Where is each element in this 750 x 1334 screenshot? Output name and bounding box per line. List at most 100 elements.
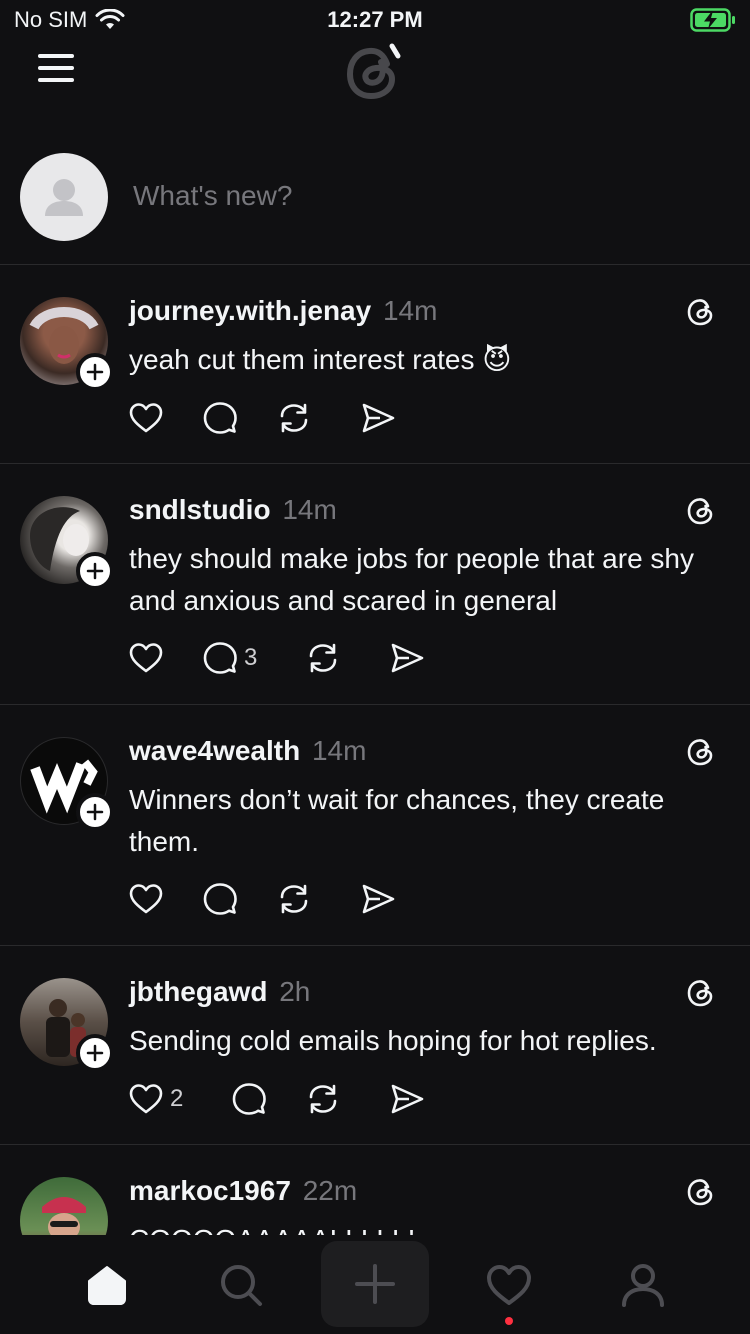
- send-icon: [362, 403, 395, 433]
- post-time: 2h: [279, 976, 311, 1007]
- plus-icon: [86, 562, 104, 580]
- reply-button[interactable]: 3: [202, 638, 257, 678]
- post-header: journey.with.jenay 14m: [129, 295, 437, 327]
- threads-icon[interactable]: [684, 1175, 718, 1209]
- status-bar: No SIM 12:27 PM: [0, 0, 750, 40]
- default-user-icon: [45, 179, 83, 216]
- search-icon: [221, 1264, 262, 1306]
- send-icon: [392, 643, 424, 673]
- post-text: Sending cold emails hoping for hot repli…: [129, 1025, 657, 1056]
- share-button[interactable]: [389, 638, 425, 678]
- home-tab[interactable]: [52, 1235, 162, 1334]
- post-time: 22m: [302, 1175, 358, 1206]
- heart-icon: [129, 403, 163, 433]
- send-icon: [362, 884, 395, 914]
- username[interactable]: journey.with.jenay: [129, 295, 371, 326]
- post-time: 14m: [311, 735, 367, 766]
- profile-icon: [622, 1263, 664, 1307]
- post[interactable]: sndlstudio 14m they should make jobs for…: [0, 464, 750, 705]
- reply-button[interactable]: [202, 879, 237, 919]
- heart-icon: [129, 1084, 163, 1114]
- threads-icon[interactable]: [684, 735, 718, 769]
- hamburger-icon: [38, 54, 74, 82]
- follow-button[interactable]: [76, 552, 114, 590]
- repost-button[interactable]: [305, 638, 341, 678]
- repost-icon: [310, 1084, 337, 1114]
- feed: journey.with.jenay 14m yeah cut them int…: [0, 265, 750, 1235]
- avatar-photo: [42, 1197, 86, 1235]
- post-actions: 2: [128, 1079, 473, 1119]
- reply-button[interactable]: [231, 1079, 267, 1119]
- share-button[interactable]: [360, 879, 396, 919]
- repost-button[interactable]: [276, 879, 312, 919]
- reply-count: 3: [244, 644, 258, 671]
- share-button[interactable]: [389, 1079, 425, 1119]
- composer[interactable]: What's new?: [0, 150, 750, 265]
- plus-icon: [86, 803, 104, 821]
- comment-icon: [233, 1083, 267, 1115]
- plus-icon: [86, 1044, 104, 1062]
- post-header: wave4wealth 14m: [129, 735, 366, 767]
- username[interactable]: jbthegawd: [129, 976, 267, 1007]
- menu-button[interactable]: [36, 50, 76, 86]
- post-text: yeah cut them interest rates 😈: [129, 344, 512, 375]
- heart-icon: [487, 1264, 531, 1305]
- post-text: COOOOAAAAALLLLL!: [129, 1219, 729, 1235]
- like-button[interactable]: 2: [128, 1079, 183, 1119]
- comment-icon: [203, 883, 237, 915]
- repost-button[interactable]: [305, 1079, 341, 1119]
- post-header: markoc1967 22m: [129, 1175, 357, 1207]
- post[interactable]: jbthegawd 2h Sending cold emails hoping …: [0, 946, 750, 1145]
- post-actions: 3: [128, 638, 473, 678]
- send-icon: [392, 1084, 424, 1114]
- search-tab[interactable]: [186, 1235, 296, 1334]
- follow-button[interactable]: [76, 793, 114, 831]
- post-header: jbthegawd 2h: [129, 976, 310, 1008]
- post-actions: [128, 879, 444, 919]
- tab-bar: [0, 1235, 750, 1334]
- avatar[interactable]: [20, 153, 108, 241]
- repost-icon: [310, 643, 337, 673]
- home-icon: [88, 1265, 126, 1305]
- new-thread-input[interactable]: What's new?: [133, 180, 292, 212]
- threads-icon[interactable]: [684, 295, 718, 329]
- like-count: 2: [170, 1085, 184, 1112]
- new-thread-tab[interactable]: [321, 1241, 429, 1327]
- follow-button[interactable]: [76, 353, 114, 391]
- battery-charging-icon: [690, 8, 735, 32]
- repost-button[interactable]: [276, 398, 312, 438]
- username[interactable]: wave4wealth: [129, 735, 300, 766]
- post-text: Winners don’t wait for chances, they cre…: [129, 784, 665, 857]
- repost-icon: [280, 403, 308, 433]
- like-button[interactable]: [128, 398, 163, 438]
- post[interactable]: journey.with.jenay 14m yeah cut them int…: [0, 265, 750, 464]
- share-button[interactable]: [360, 398, 396, 438]
- comment-icon: [203, 642, 237, 674]
- heart-icon: [129, 643, 163, 673]
- notification-dot: [505, 1317, 513, 1325]
- plus-icon: [355, 1264, 395, 1304]
- heart-icon: [129, 884, 163, 914]
- post-time: 14m: [282, 494, 337, 525]
- post-header: sndlstudio 14m: [129, 494, 337, 526]
- repost-icon: [280, 884, 308, 914]
- plus-icon: [86, 363, 104, 381]
- like-button[interactable]: [128, 879, 163, 919]
- post-time: 14m: [382, 295, 438, 326]
- post-text: they should make jobs for people that ar…: [129, 543, 695, 616]
- profile-tab[interactable]: [588, 1235, 698, 1334]
- threads-icon[interactable]: [684, 494, 718, 528]
- post-actions: [128, 398, 444, 438]
- threads-icon[interactable]: [684, 976, 718, 1010]
- follow-button[interactable]: [76, 1034, 114, 1072]
- like-button[interactable]: [128, 638, 163, 678]
- threads-logo-icon[interactable]: [340, 38, 410, 108]
- reply-button[interactable]: [202, 398, 237, 438]
- post[interactable]: wave4wealth 14m Winners don’t wait for c…: [0, 705, 750, 946]
- avatar[interactable]: [20, 1177, 108, 1235]
- status-time: 12:27 PM: [327, 7, 423, 32]
- comment-icon: [203, 402, 237, 434]
- username[interactable]: markoc1967: [129, 1175, 291, 1206]
- username[interactable]: sndlstudio: [129, 494, 271, 525]
- post[interactable]: markoc1967 22m COOOOAAAAALLLLL!: [0, 1145, 750, 1235]
